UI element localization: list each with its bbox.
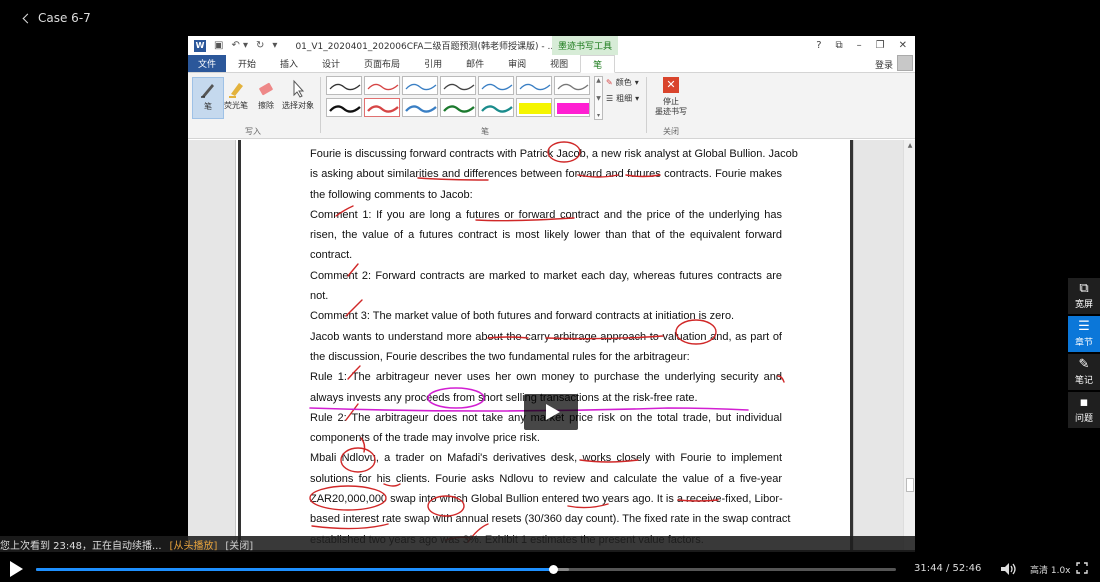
tab-design[interactable]: 设计 (310, 55, 352, 72)
highlighter-tool-button[interactable]: 荧光笔 (220, 77, 252, 119)
time-display: 31:44 / 52:46 (914, 563, 982, 574)
play-icon[interactable] (10, 561, 23, 577)
ribbon-separator (320, 77, 321, 133)
resume-notice: 您上次看到 23:48，正在自动续播... [从头播放] [关闭] (0, 536, 915, 552)
tab-home[interactable]: 开始 (226, 55, 268, 72)
progress-bar[interactable] (36, 565, 896, 574)
document-line: Mbali Ndlovu, a trader on Mafadi's deriv… (310, 452, 782, 465)
word-app-icon: W (194, 39, 206, 52)
restore-button[interactable]: ❐ (876, 40, 885, 51)
select-object-button[interactable]: 选择对象 (280, 77, 316, 119)
eraser-tool-button[interactable]: 擦除 (250, 77, 282, 119)
eraser-icon (259, 82, 273, 96)
document-text: Fourie is discussing forward contracts w… (310, 144, 798, 550)
undo-icon[interactable]: ↶ ▾ (231, 40, 248, 51)
ribbon: 笔 荧光笔 擦除 选择对象 写入 ▲ ▼ ▾ ✎ 颜色 ▾ ☰ 粗细 ▾ 笔 ✕… (188, 73, 915, 139)
play-icon (545, 404, 560, 420)
tab-view[interactable]: 视图 (538, 55, 580, 72)
document-line: Jacob wants to understand more about the… (310, 330, 782, 343)
login-link[interactable]: 登录 (875, 58, 893, 71)
document-line: based interest rate swap with annual res… (310, 513, 791, 526)
top-bar: Case 6-7 (0, 0, 1100, 36)
minimize-button[interactable]: – (857, 40, 862, 51)
save-icon[interactable]: ▣ (214, 40, 223, 51)
write-group: 笔 荧光笔 擦除 选择对象 写入 (188, 73, 318, 139)
close-notice-link[interactable]: [关闭] (225, 537, 253, 552)
redo-icon[interactable]: ↻ (256, 40, 264, 51)
pens-group: 笔 (326, 73, 644, 139)
note-pencil-icon: ✎ (1078, 357, 1090, 372)
ribbon-tabs: 文件 开始 插入 设计 页面布局 引用 邮件 审阅 视图 笔 登录 (188, 55, 915, 73)
scroll-up-icon[interactable]: ▲ (906, 142, 914, 150)
document-line: risen, the value of a futures contract i… (310, 229, 782, 242)
tab-layout[interactable]: 页面布局 (352, 55, 412, 72)
quick-access-toolbar: ▣ ↶ ▾ ↻ ▾ (214, 40, 277, 51)
scroll-thumb[interactable] (906, 478, 914, 492)
document-line: solutions for his clients. Fourie asks N… (310, 472, 782, 485)
pens-group-label: 笔 (481, 127, 489, 136)
document-line: not. (310, 290, 329, 303)
document-line: Fourie is discussing forward contracts w… (310, 148, 798, 160)
tab-insert[interactable]: 插入 (268, 55, 310, 72)
help-button[interactable]: ? (816, 40, 821, 51)
tab-review[interactable]: 审阅 (496, 55, 538, 72)
ink-tools-context-tab: 墨迹书写工具 (552, 36, 619, 55)
close-window-button[interactable]: ✕ (899, 40, 907, 51)
chapter-list-icon: ☰ (1078, 319, 1090, 334)
question-button[interactable]: ▪ 问题 (1068, 392, 1100, 428)
volume-icon[interactable] (1000, 562, 1018, 576)
tab-references[interactable]: 引用 (412, 55, 454, 72)
close-group: 关闭 (648, 73, 694, 139)
played-bar (36, 568, 554, 571)
progress-knob[interactable] (549, 565, 559, 574)
document-line: Comment 2: Forward contracts are marked … (310, 269, 782, 282)
tab-pen[interactable]: 笔 (580, 55, 616, 73)
close-group-label: 关闭 (663, 127, 679, 136)
word-title-bar: W ▣ ↶ ▾ ↻ ▾ 01_V1_2020401_202006CFA二级百题预… (188, 36, 915, 55)
document-line: is asking about similarities and differe… (310, 168, 782, 181)
document-area: Fourie is discussing forward contracts w… (188, 140, 915, 550)
widescreen-icon: ⧉ (1079, 281, 1089, 296)
select-cursor-icon (293, 79, 305, 98)
pen-icon (201, 84, 214, 98)
ribbon-display-button[interactable]: ⧉ (836, 40, 843, 51)
player-controls: 31:44 / 52:46 高清 1.0x (0, 556, 1100, 582)
document-line: the discussion, Fourie describes the two… (310, 350, 690, 363)
document-title: 01_V1_2020401_202006CFA二级百题预测(韩老师授课版) - … (295, 42, 557, 52)
window-buttons: ? ⧉ – ❐ ✕ (816, 36, 907, 55)
document-line: Comment 3: The market value of both futu… (310, 310, 735, 323)
fullscreen-icon[interactable] (1076, 562, 1088, 574)
avatar[interactable] (897, 55, 913, 71)
course-title: Case 6-7 (38, 11, 91, 25)
page-border-right (850, 140, 853, 550)
document-line: contract. (310, 249, 353, 262)
widescreen-button[interactable]: ⧉ 宽屏 (1068, 278, 1100, 314)
document-line: components of the trade may involve pric… (310, 432, 540, 445)
document-scrollbar[interactable]: ▲ (903, 140, 915, 550)
document-line: ZAR20,000,000 swap into which Global Bul… (310, 493, 783, 506)
quality-speed-selector[interactable]: 高清 1.0x (1030, 563, 1071, 576)
document-line: Rule 1: The arbitrageur never uses her o… (310, 371, 782, 384)
tab-file[interactable]: 文件 (188, 55, 226, 72)
customize-icon[interactable]: ▾ (272, 40, 277, 51)
page-border-left (238, 140, 241, 550)
document-line: the following comments to Jacob: (310, 188, 473, 201)
chevron-left-icon (22, 13, 33, 23)
document-line: Comment 1: If you are long a futures or … (310, 208, 782, 221)
restart-from-beginning-link[interactable]: [从头播放] (170, 537, 218, 552)
write-group-label: 写入 (245, 127, 261, 136)
ribbon-separator (646, 77, 647, 133)
video-play-button[interactable] (524, 394, 578, 430)
question-bubble-icon: ▪ (1079, 395, 1089, 410)
word-window: W ▣ ↶ ▾ ↻ ▾ 01_V1_2020401_202006CFA二级百题预… (188, 36, 915, 550)
back-button[interactable]: Case 6-7 (22, 11, 91, 25)
chapter-button[interactable]: ☰ 章节 (1068, 316, 1100, 352)
resume-text: 您上次看到 23:48，正在自动续播... (0, 540, 162, 552)
tab-mailings[interactable]: 邮件 (454, 55, 496, 72)
notes-button[interactable]: ✎ 笔记 (1068, 354, 1100, 390)
highlighter-icon (229, 83, 243, 98)
